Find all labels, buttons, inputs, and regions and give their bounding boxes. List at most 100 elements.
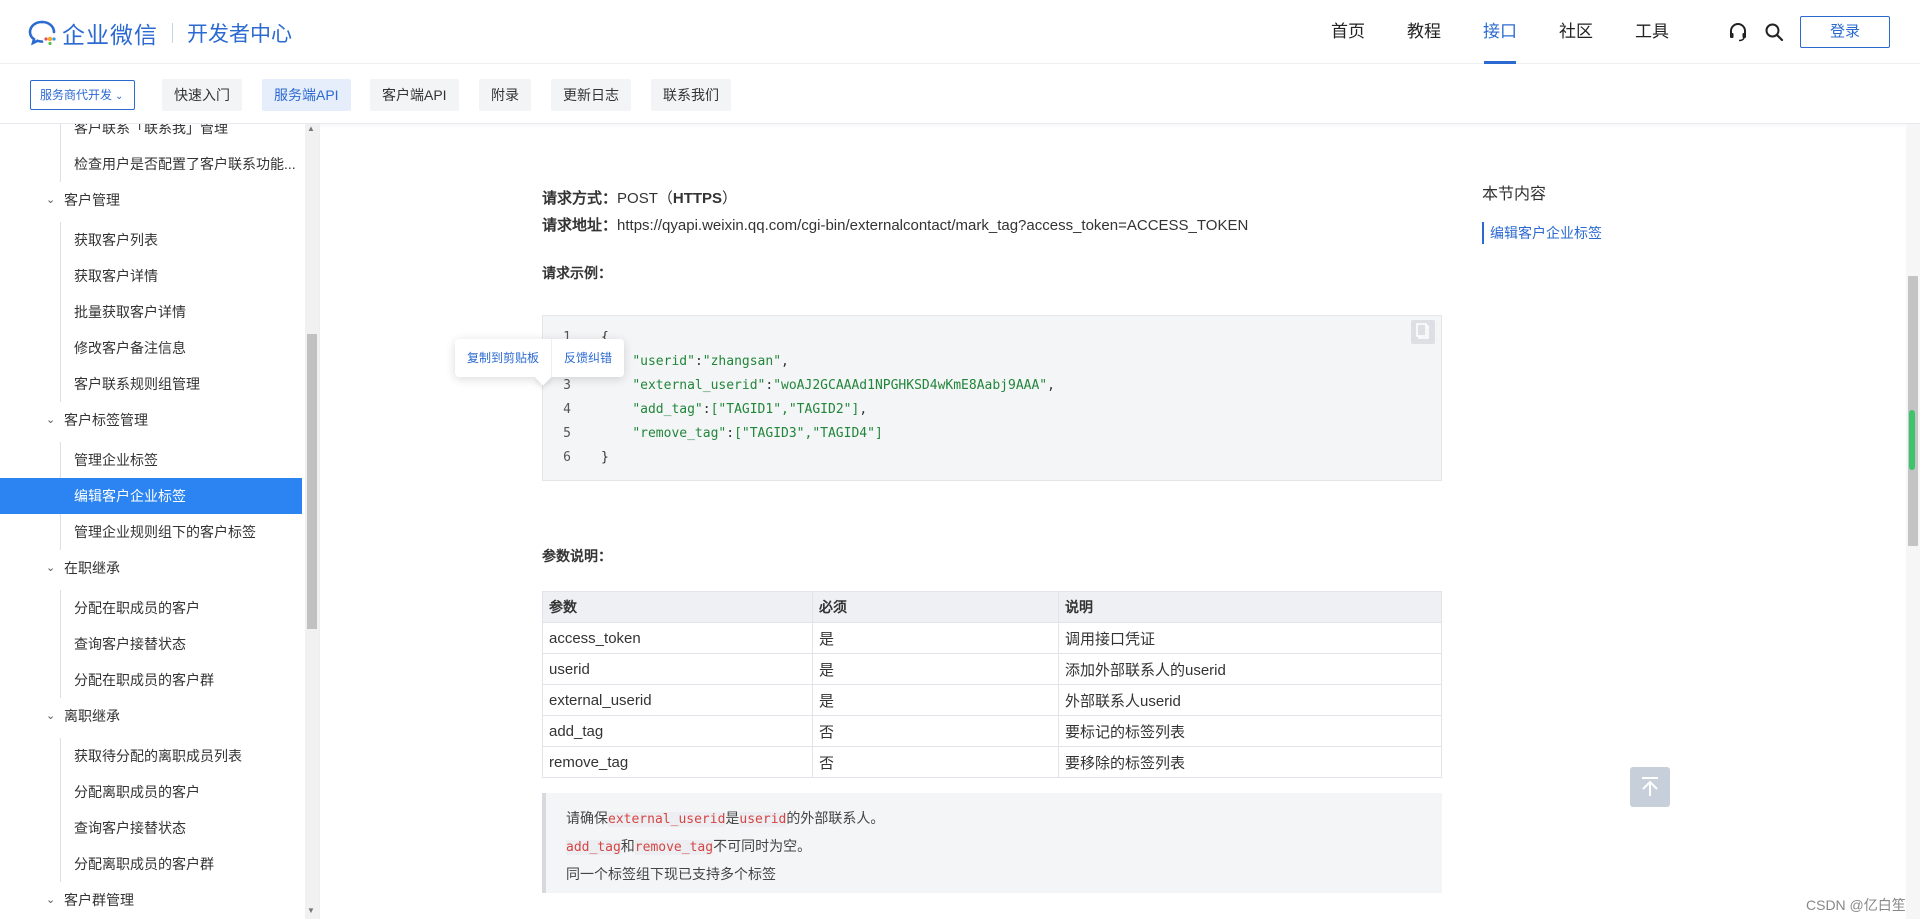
sidebar-item[interactable]: 客户联系「联系我」管理 [0, 124, 302, 146]
table-header: 必须 [812, 591, 1059, 623]
table-row: external_userid 是外部联系人userid [542, 684, 1442, 716]
toc-item[interactable]: 编辑客户企业标签 [1482, 222, 1602, 244]
tab-changelog[interactable]: 更新日志 [551, 79, 631, 111]
table-row: add_tag 否要标记的标签列表 [542, 715, 1442, 747]
sidebar-item[interactable]: 获取客户列表 [0, 222, 302, 258]
nav-community[interactable]: 社区 [1538, 0, 1614, 64]
chevron-down-icon: ⌄ [46, 194, 56, 206]
tab-client-api[interactable]: 客户端API [370, 79, 459, 111]
table-cell: 是 [812, 684, 1059, 716]
method-close: ） [722, 190, 738, 207]
table-cell: 是 [812, 622, 1059, 654]
role-dropdown[interactable]: 服务商代开发 ⌄ [30, 80, 135, 110]
nav-tutorial[interactable]: 教程 [1386, 0, 1462, 64]
nav-tools[interactable]: 工具 [1614, 0, 1690, 64]
tab-contact[interactable]: 联系我们 [651, 79, 731, 111]
table-row: remove_tag 否要移除的标签列表 [542, 746, 1442, 778]
table-header: 参数 [542, 591, 813, 623]
request-url: 请求地址：https://qyapi.weixin.qq.com/cgi-bin… [542, 214, 1248, 235]
sidebar-item[interactable]: 分配在职成员的客户群 [0, 662, 302, 698]
headset-icon[interactable] [1726, 20, 1750, 44]
logo[interactable]: 企业微信 开发者中心 [28, 16, 292, 50]
login-button[interactable]: 登录 [1800, 16, 1890, 48]
chevron-down-icon: ⌄ [46, 414, 56, 426]
watermark: CSDN @亿白笙 [1806, 897, 1906, 913]
sidebar-item[interactable]: 查询客户接替状态 [0, 626, 302, 662]
chevron-down-icon: ⌄ [46, 710, 56, 722]
scroll-indicator [1909, 410, 1915, 470]
tab-quick-start[interactable]: 快速入门 [162, 79, 242, 111]
sidebar-item[interactable]: 分配离职成员的客户群 [0, 846, 302, 882]
sidebar-group[interactable]: ⌄ 客户管理 [0, 182, 302, 218]
sidebar-group-label: 在职继承 [64, 560, 120, 576]
sidebar-item[interactable]: 管理企业标签 [0, 442, 302, 478]
scroll-up-arrow-icon[interactable]: ▲ [307, 124, 315, 133]
code-line: 4 "add_tag":["TAGID1","TAGID2"], [563, 402, 868, 417]
role-dropdown-label: 服务商代开发 [40, 88, 113, 102]
feedback-button[interactable]: 反馈纠错 [552, 339, 624, 377]
sidebar-item[interactable]: 获取客户详情 [0, 258, 302, 294]
sidebar-item[interactable]: 管理企业规则组下的客户标签 [0, 514, 302, 550]
table-cell: 否 [812, 715, 1059, 747]
sidebar-group[interactable]: ⌄ 在职继承 [0, 550, 302, 586]
sidebar-group-label: 客户管理 [64, 192, 120, 208]
search-icon[interactable] [1762, 20, 1786, 44]
url-label: 请求地址： [542, 217, 618, 234]
sidebar-group-label: 客户标签管理 [64, 412, 148, 428]
code-block: 1{ 2 "userid":"zhangsan", 3 "external_us… [542, 315, 1442, 481]
nav-home[interactable]: 首页 [1310, 0, 1386, 64]
sidebar-item[interactable]: 批量获取客户详情 [0, 294, 302, 330]
sidebar-group[interactable]: ⌄ 离职继承 [0, 698, 302, 734]
sidebar-group[interactable]: ⌄ 客户标签管理 [0, 402, 302, 438]
table-cell: 否 [812, 746, 1059, 778]
code-line: 6} [563, 450, 609, 465]
table-header: 说明 [1058, 591, 1442, 623]
table-cell: add_tag [542, 715, 813, 747]
sidebar-item-active[interactable]: 编辑客户企业标签 [0, 478, 302, 514]
params-heading: 参数说明： [542, 548, 612, 564]
main-nav: 首页 教程 接口 社区 工具 [1310, 0, 1690, 64]
sidebar-group-label: 离职继承 [64, 708, 120, 724]
back-to-top-icon[interactable] [1630, 767, 1670, 807]
code-line: 3 "external_userid":"woAJ2GCAAAd1NPGHKSD… [563, 378, 1055, 393]
note-line: 同一个标签组下现已支持多个标签 [566, 866, 776, 882]
table-cell: 添加外部联系人的userid [1058, 653, 1442, 685]
table-cell: remove_tag [542, 746, 813, 778]
sidebar-item[interactable]: 分配离职成员的客户 [0, 774, 302, 810]
sidebar-group[interactable]: ⌄ 客户群管理 [0, 882, 302, 918]
chevron-down-icon: ⌄ [46, 562, 56, 574]
params-table: 参数 必须 说明 access_token 是调用接口凭证 userid 是添加外部… [542, 591, 1442, 778]
sidebar-item[interactable]: 获取待分配的离职成员列表 [0, 738, 302, 774]
table-cell: 是 [812, 653, 1059, 685]
method-https: HTTPS [672, 190, 723, 207]
example-heading: 请求示例： [542, 265, 612, 281]
note-line: add_tag和remove_tag不可同时为空。 [566, 838, 812, 855]
nav-api[interactable]: 接口 [1462, 0, 1538, 64]
copy-to-clipboard-button[interactable]: 复制到剪贴板 [455, 339, 551, 377]
scroll-down-arrow-icon[interactable]: ▼ [307, 906, 315, 915]
sidebar-item[interactable]: 分配在职成员的客户 [0, 590, 302, 626]
table-header-row: 参数 必须 说明 [542, 591, 1442, 623]
tab-appendix[interactable]: 附录 [479, 79, 531, 111]
sidebar-item[interactable]: 检查用户是否配置了客户联系功能... [0, 146, 302, 182]
table-cell: userid [542, 653, 813, 685]
table-cell: 要标记的标签列表 [1058, 715, 1442, 747]
table-row: userid 是添加外部联系人的userid [542, 653, 1442, 685]
code-popover: 复制到剪贴板 反馈纠错 [455, 339, 625, 377]
table-cell: 调用接口凭证 [1058, 622, 1442, 654]
code-line: 5 "remove_tag":["TAGID3","TAGID4"] [563, 426, 883, 441]
table-cell: 要移除的标签列表 [1058, 746, 1442, 778]
sub-nav: 服务商代开发 ⌄ 快速入门 服务端API 客户端API 附录 更新日志 联系我们 [0, 64, 1920, 124]
sidebar-scroll-thumb[interactable] [307, 334, 317, 629]
copy-icon[interactable] [1411, 320, 1435, 344]
sidebar-item[interactable]: 查询客户接替状态 [0, 810, 302, 846]
sidebar-item[interactable]: 修改客户备注信息 [0, 330, 302, 366]
sidebar-item[interactable]: 客户联系规则组管理 [0, 366, 302, 402]
sidebar: 客户联系「联系我」管理 检查用户是否配置了客户联系功能... ⌄ 客户管理 获取客… [0, 124, 320, 919]
logo-text: 企业微信 [62, 22, 158, 48]
note-box: 请确保external_userid是userid的外部联系人。 add_tag… [542, 793, 1442, 893]
table-cell: access_token [542, 622, 813, 654]
table-row: access_token 是调用接口凭证 [542, 622, 1442, 654]
tab-server-api[interactable]: 服务端API [262, 79, 351, 111]
note-line: 请确保external_userid是userid的外部联系人。 [566, 810, 885, 827]
